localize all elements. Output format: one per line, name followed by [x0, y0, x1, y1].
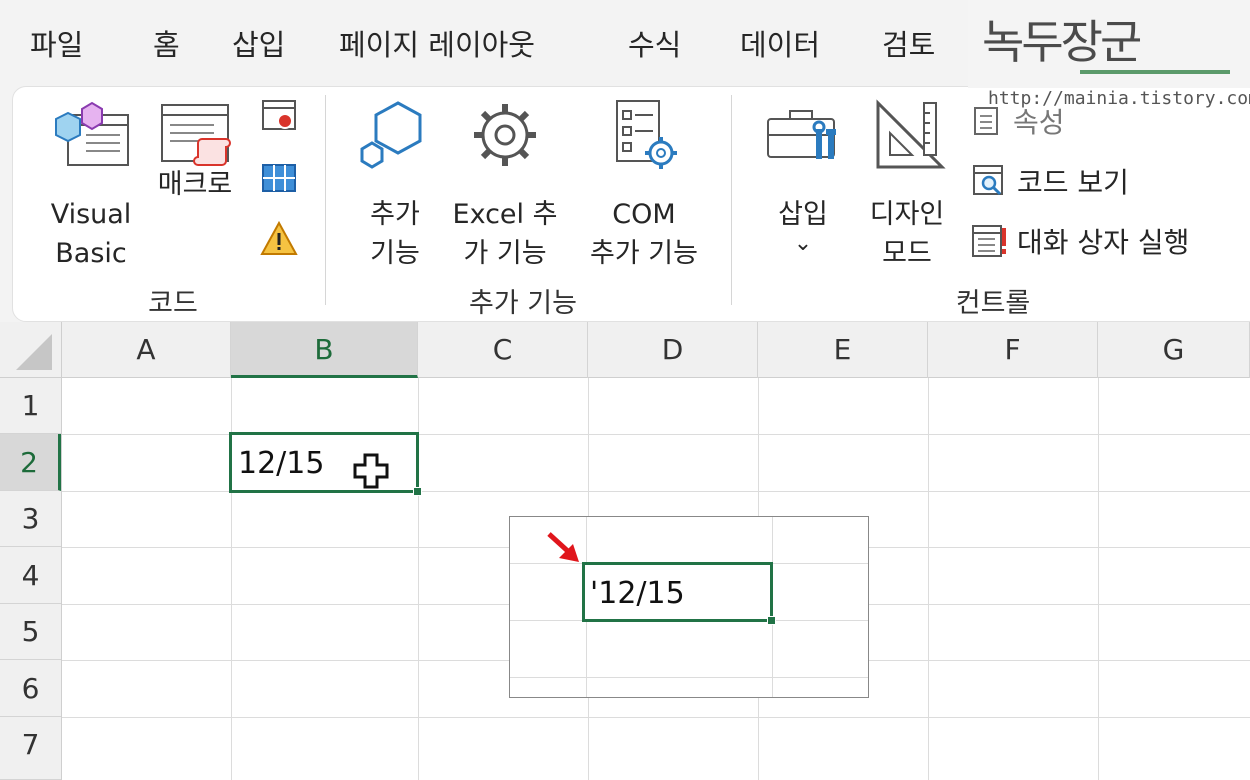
row-header-1[interactable]: 1: [0, 378, 61, 434]
insert-control-button[interactable]: 삽입 ⌄: [761, 99, 845, 256]
com-addins-label-line1: COM: [612, 199, 676, 230]
triangle-ruler-icon: [876, 99, 946, 169]
excel-addins-label-line1: Excel 추: [452, 199, 558, 230]
column-header-a[interactable]: A: [62, 322, 231, 378]
group-label-controls: 컨트롤: [955, 288, 1031, 319]
column-header-f[interactable]: F: [928, 322, 1098, 378]
design-mode-button[interactable]: 디자인 모드: [857, 99, 957, 273]
ribbon-panel: Visual Basic 매크로 코드 추가 기능 Excel 추 가 기능 C…: [12, 86, 1250, 322]
tab-insert[interactable]: 삽입: [232, 22, 285, 64]
row-header-3[interactable]: 3: [0, 491, 61, 547]
column-header-b[interactable]: B: [231, 322, 418, 378]
run-dialog-icon: [972, 225, 1006, 257]
view-code-button[interactable]: 코드 보기: [971, 159, 1129, 203]
run-dialog-button[interactable]: 대화 상자 실행: [971, 219, 1189, 263]
red-arrow-icon: [547, 532, 579, 562]
properties-icon: [974, 107, 998, 135]
column-header-d[interactable]: D: [588, 322, 758, 378]
view-code-label: 코드 보기: [1017, 166, 1129, 199]
chevron-down-icon: ⌄: [793, 231, 813, 256]
macro-label: 매크로: [157, 169, 233, 200]
design-mode-label-line1: 디자인: [869, 199, 945, 230]
tab-review[interactable]: 검토: [882, 22, 935, 64]
com-addins-icon: [616, 100, 677, 169]
inset-fill-handle: [767, 616, 776, 625]
column-header-g[interactable]: G: [1098, 322, 1250, 378]
macro-button[interactable]: 매크로: [151, 99, 239, 204]
row-header-bar: 1 2 3 4 5 6 7: [0, 378, 62, 780]
watermark-url: http://mainia.tistory.com: [988, 88, 1250, 109]
gridline: [510, 677, 868, 678]
visual-basic-label-line1: Visual: [50, 199, 132, 230]
addins-label-line1: 추가: [370, 199, 420, 230]
inset-cell-value: '12/15: [590, 576, 685, 611]
tab-page-layout[interactable]: 페이지 레이아웃: [339, 22, 535, 64]
com-addins-button[interactable]: COM 추가 기능: [579, 99, 709, 273]
select-all-corner[interactable]: [0, 322, 62, 378]
blog-watermark: 녹두장군: [968, 0, 1250, 88]
row-header-7[interactable]: 7: [0, 717, 61, 780]
com-addins-label-line2: 추가 기능: [590, 238, 698, 269]
relative-reference-button[interactable]: [257, 157, 301, 197]
group-separator: [325, 95, 326, 305]
group-label-addins: 추가 기능: [469, 288, 577, 319]
visual-basic-label-line2: Basic: [55, 238, 127, 269]
cell-cursor-cross-icon: [353, 453, 389, 489]
row-header-4[interactable]: 4: [0, 547, 61, 604]
design-mode-label-line2: 모드: [882, 238, 932, 269]
macro-icon: [161, 104, 231, 166]
view-code-magnifier-icon: [973, 165, 1003, 196]
gridline: [1098, 378, 1099, 780]
addins-hexagon-icon: [360, 101, 422, 169]
macro-security-button[interactable]: [257, 219, 301, 259]
select-all-triangle-icon: [16, 334, 52, 370]
tab-file[interactable]: 파일: [30, 22, 83, 64]
cell-b2-value: 12/15: [238, 446, 325, 481]
excel-addins-label-line2: 가 기능: [463, 238, 547, 269]
gear-icon: [474, 104, 536, 166]
tab-formulas[interactable]: 수식: [628, 22, 681, 64]
addins-button[interactable]: 추가 기능: [353, 99, 437, 273]
fill-handle[interactable]: [413, 487, 422, 496]
gridline: [928, 378, 929, 780]
addins-label-line2: 기능: [370, 238, 420, 269]
visual-basic-icon: [55, 101, 129, 166]
excel-addins-button[interactable]: Excel 추 가 기능: [449, 99, 561, 273]
row-header-5[interactable]: 5: [0, 604, 61, 660]
tab-data[interactable]: 데이터: [740, 22, 820, 64]
record-macro-icon: [262, 100, 296, 130]
relative-reference-icon: [262, 164, 296, 192]
toolbox-icon: [767, 110, 836, 159]
row-header-6[interactable]: 6: [0, 660, 61, 717]
watermark-underline: [1080, 70, 1230, 74]
row-header-2[interactable]: 2: [0, 434, 61, 491]
column-header-bar: A B C D E F G: [62, 322, 1250, 378]
column-header-e[interactable]: E: [758, 322, 928, 378]
visual-basic-button[interactable]: Visual Basic: [41, 99, 141, 273]
macro-security-warning-icon: [260, 220, 298, 255]
group-label-code: 코드: [148, 288, 198, 319]
tab-home[interactable]: 홈: [153, 22, 180, 64]
watermark-title: 녹두장군: [982, 15, 1142, 69]
group-separator: [731, 95, 732, 305]
gridline: [62, 717, 1250, 718]
run-dialog-label: 대화 상자 실행: [1017, 226, 1190, 259]
column-header-c[interactable]: C: [418, 322, 588, 378]
insert-control-label: 삽입: [778, 199, 828, 230]
record-macro-button[interactable]: [257, 95, 301, 135]
